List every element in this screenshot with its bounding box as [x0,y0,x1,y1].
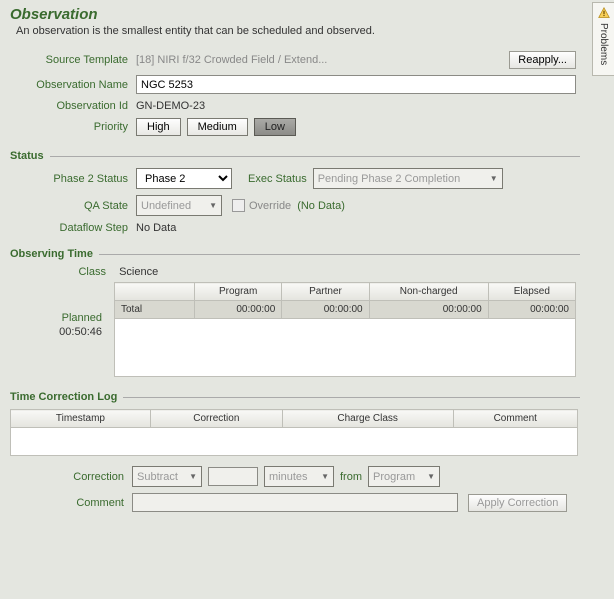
apply-correction-button: Apply Correction [468,494,567,512]
reapply-button[interactable]: Reapply... [509,51,576,69]
phase2-status-label: Phase 2 Status [10,173,136,185]
correction-value-input [208,467,258,486]
comment-input [132,493,458,512]
ot-col-partner: Partner [282,283,369,301]
dataflow-step-value: No Data [136,222,176,234]
page-subtitle: An observation is the smallest entity th… [16,25,580,37]
problems-tab[interactable]: Problems [592,2,614,76]
time-correction-log-table: Timestamp Correction Charge Class Commen… [10,409,578,456]
qa-state-value: Undefined [141,200,191,212]
ot-empty-area [115,319,576,377]
override-extra: (No Data) [297,200,345,212]
priority-high-button[interactable]: High [136,118,181,136]
chevron-down-icon: ▼ [209,201,217,210]
qa-state-select: Undefined ▼ [136,195,222,216]
qa-state-label: QA State [10,200,136,212]
priority-group: High Medium Low [136,118,296,136]
class-label: Class [56,266,116,278]
exec-status-label: Exec Status [248,173,307,185]
observing-time-section-title: Observing Time [10,248,93,260]
ot-col-elapsed: Elapsed [488,283,575,301]
ot-col-program: Program [195,283,282,301]
tcl-empty-row [11,428,578,456]
planned-label: Planned [62,312,102,324]
chevron-down-icon: ▼ [189,472,197,481]
correction-op-select: Subtract ▼ [132,466,202,487]
comment-label: Comment [10,497,132,509]
dataflow-step-label: Dataflow Step [10,222,136,234]
warning-icon [598,7,610,19]
observation-name-input[interactable] [136,75,576,94]
ot-row-elapsed: 00:00:00 [488,301,575,319]
ot-row-noncharged: 00:00:00 [369,301,488,319]
chevron-down-icon: ▼ [321,472,329,481]
priority-label: Priority [10,121,136,133]
tcl-col-correction: Correction [150,410,282,428]
divider [99,254,580,255]
exec-status-select: Pending Phase 2 Completion ▼ [313,168,503,189]
page-title: Observation [10,6,580,23]
observation-id-label: Observation Id [10,100,136,112]
chevron-down-icon: ▼ [427,472,435,481]
correction-class-select: Program ▼ [368,466,440,487]
phase2-status-select[interactable]: Phase 2 [136,168,232,189]
override-checkbox [232,199,245,212]
observation-id-value: GN-DEMO-23 [136,100,205,112]
divider [123,397,580,398]
ot-row-label: Total [115,301,195,319]
ot-col-blank [115,283,195,301]
ot-col-noncharged: Non-charged [369,283,488,301]
planned-value: 00:50:46 [59,326,102,338]
observing-time-table: Program Partner Non-charged Elapsed Tota… [114,282,576,377]
override-label: Override [249,200,291,212]
priority-medium-button[interactable]: Medium [187,118,248,136]
correction-unit-select: minutes ▼ [264,466,334,487]
tcl-col-charge-class: Charge Class [282,410,453,428]
observation-name-label: Observation Name [10,79,136,91]
correction-class-value: Program [373,471,415,483]
tcl-col-comment: Comment [453,410,577,428]
status-section-title: Status [10,150,44,162]
source-template-value: [18] NIRI f/32 Crowded Field / Extend... [136,54,327,66]
correction-label: Correction [10,471,132,483]
tcl-col-timestamp: Timestamp [11,410,151,428]
tcl-section-title: Time Correction Log [10,391,117,403]
from-label: from [340,471,362,483]
chevron-down-icon: ▼ [490,174,498,183]
exec-status-value: Pending Phase 2 Completion [318,173,460,185]
correction-op-value: Subtract [137,471,178,483]
priority-low-button[interactable]: Low [254,118,296,136]
ot-row-partner: 00:00:00 [282,301,369,319]
source-template-label: Source Template [10,54,136,66]
class-value: Science [119,266,158,278]
correction-unit-value: minutes [269,471,308,483]
divider [50,156,580,157]
problems-tab-label: Problems [598,23,609,65]
ot-row-program: 00:00:00 [195,301,282,319]
